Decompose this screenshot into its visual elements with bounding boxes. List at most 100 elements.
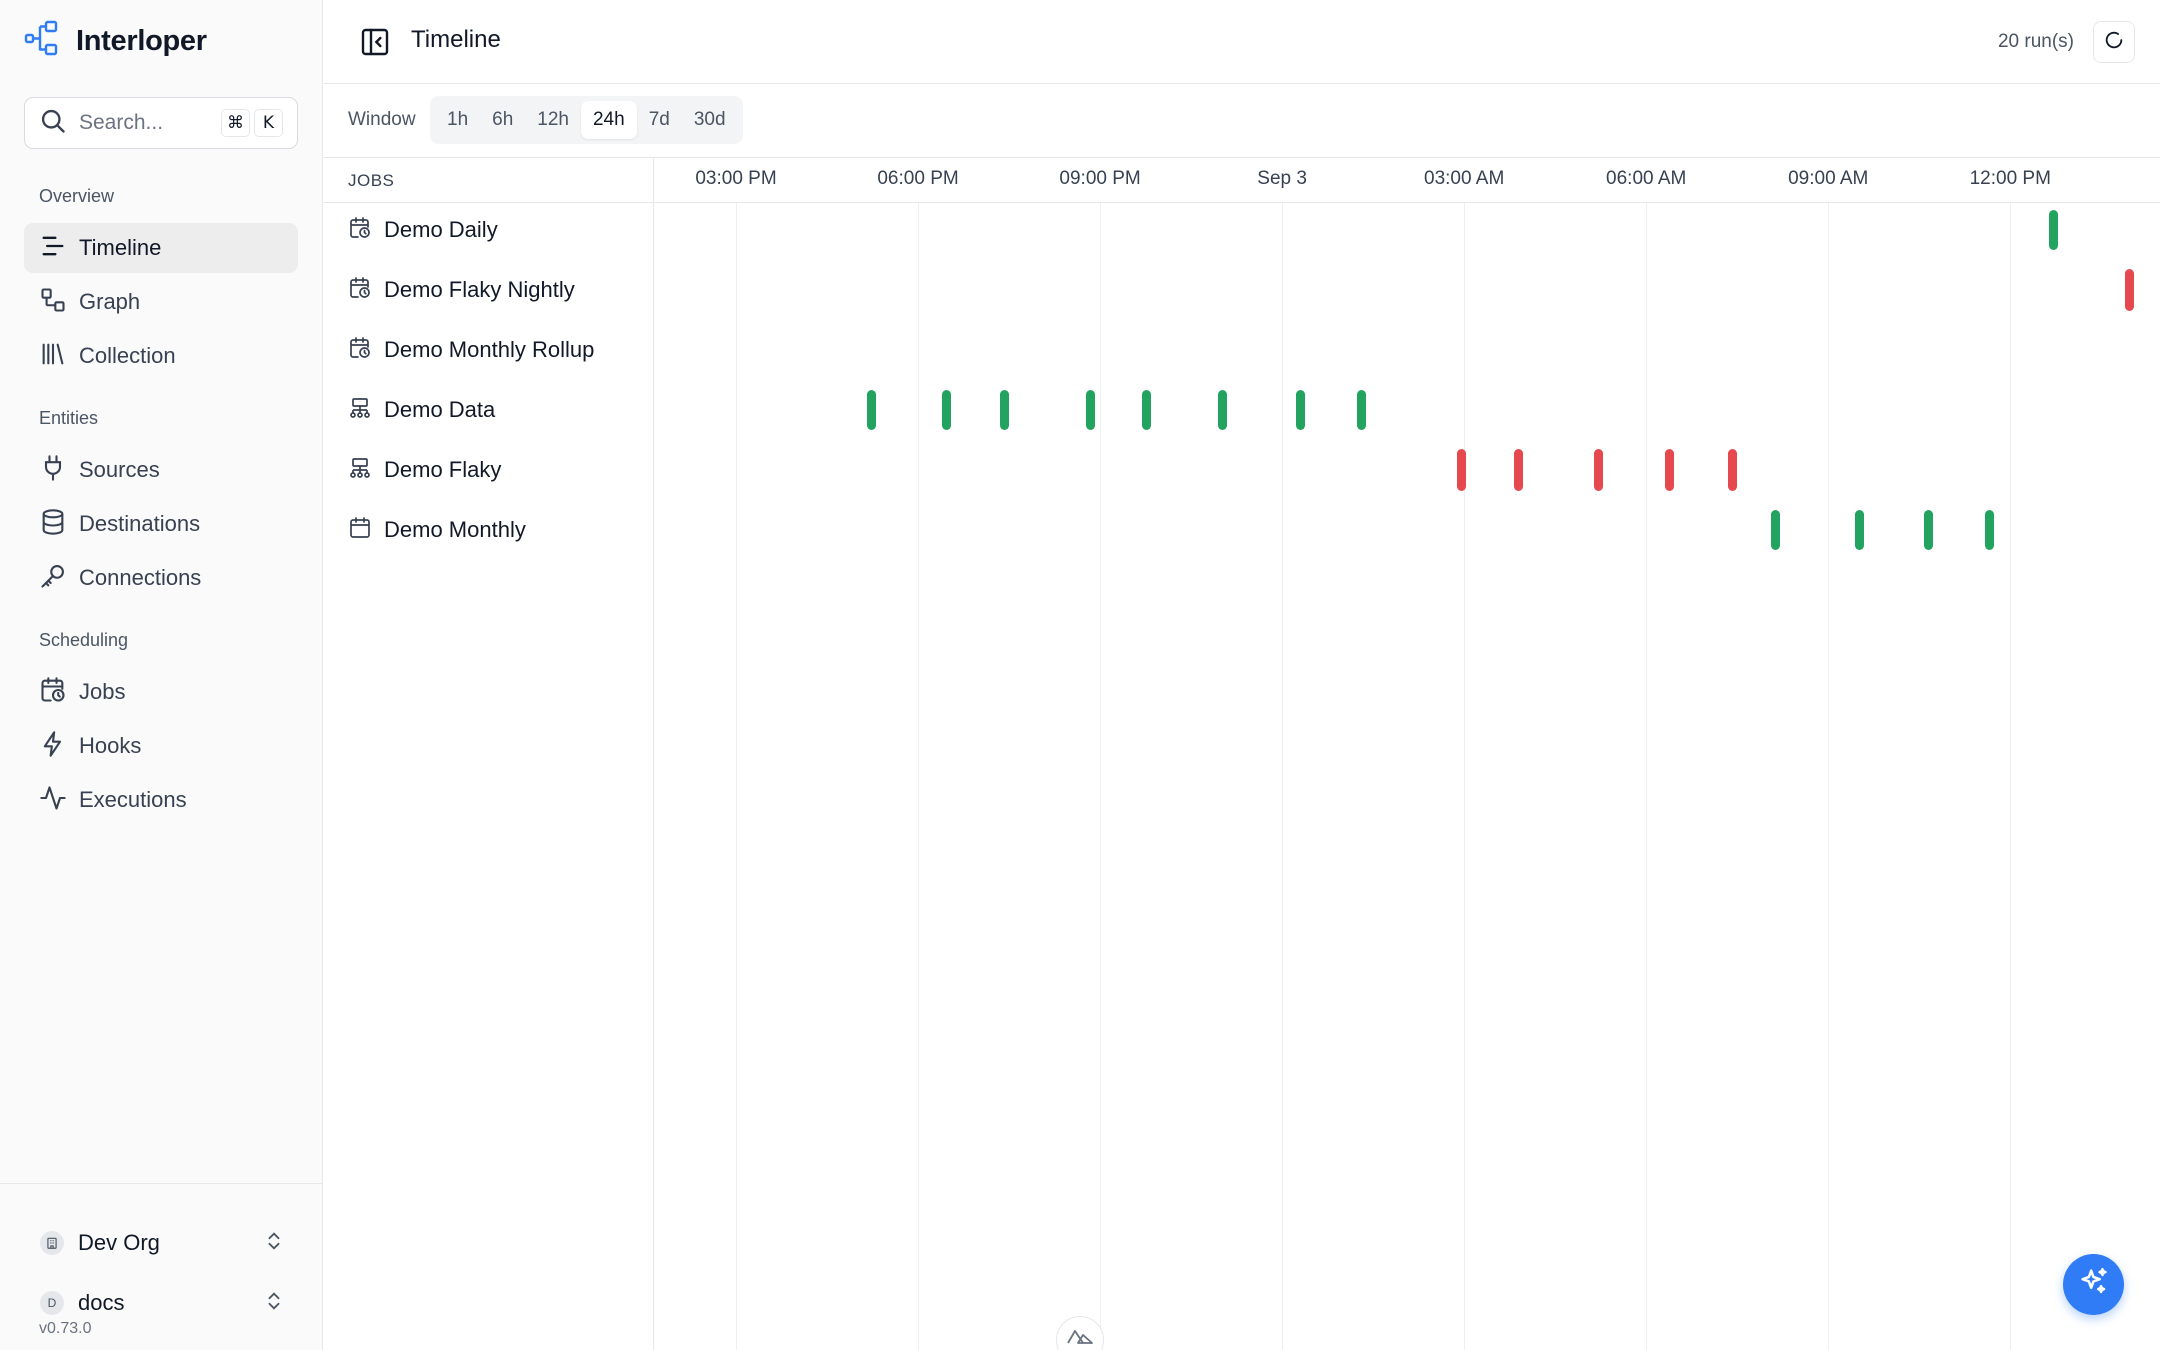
workspace-badge: D (40, 1291, 64, 1315)
asset-tree-icon (348, 396, 372, 425)
job-name: Demo Data (384, 397, 496, 422)
job-row-demo-flaky-nightly[interactable]: Demo Flaky Nightly (348, 270, 575, 310)
sidebar-item-timeline[interactable]: Timeline (24, 223, 298, 273)
database-icon (39, 508, 67, 541)
search-placeholder: Search... (79, 111, 164, 134)
run-mark-success[interactable] (1984, 510, 1994, 550)
tick-label: 09:00 AM (1788, 168, 1869, 189)
tick-label: 12:00 PM (1969, 168, 2051, 189)
sidebar-item-executions[interactable]: Executions (24, 775, 298, 825)
section-label-entities: Entities (39, 408, 99, 428)
mountain-logo-icon (1067, 1327, 1093, 1350)
run-mark-success[interactable] (1770, 510, 1780, 550)
time-axis: 03:00 PM 06:00 PM 09:00 PM Sep 3 03:00 A… (654, 158, 2160, 203)
workspace-name: docs (78, 1290, 125, 1315)
run-count: 20 run(s) (1997, 31, 2074, 52)
jobs-column-header: JOBS (324, 158, 654, 203)
graph-icon (39, 286, 67, 319)
tick-label: 06:00 AM (1606, 168, 1687, 189)
run-mark-success[interactable] (942, 390, 952, 430)
timeline: JOBS Demo Daily Demo Flaky Nightly Demo … (324, 158, 2160, 1350)
sidebar-item-sources[interactable]: Sources (24, 445, 298, 495)
calendar-clock-icon (348, 216, 372, 245)
sidebar-item-graph[interactable]: Graph (24, 277, 298, 327)
sidebar-item-label: Destinations (79, 511, 201, 536)
tick-label: 03:00 AM (1424, 168, 1505, 189)
window-option-7d[interactable]: 7d (637, 101, 682, 139)
sidebar-item-label: Timeline (79, 235, 162, 260)
run-mark-success[interactable] (2049, 210, 2059, 250)
org-name: Dev Org (78, 1230, 160, 1255)
sidebar-item-collection[interactable]: Collection (24, 331, 298, 381)
job-row-demo-monthly-rollup[interactable]: Demo Monthly Rollup (348, 330, 594, 370)
page-title: Timeline (411, 26, 501, 53)
gridline (736, 203, 737, 1350)
ai-assistant-button[interactable] (2063, 1254, 2124, 1315)
run-mark-success[interactable] (1855, 510, 1865, 550)
job-row-demo-flaky[interactable]: Demo Flaky (348, 450, 501, 490)
collection-icon (39, 340, 67, 373)
run-mark-success[interactable] (1217, 390, 1227, 430)
sidebar-item-destinations[interactable]: Destinations (24, 499, 298, 549)
tick-label: Sep 3 (1257, 168, 1307, 189)
refresh-icon (2103, 29, 2125, 56)
run-mark-success[interactable] (1924, 510, 1934, 550)
workspace-switcher[interactable]: D docs (40, 1283, 285, 1323)
run-mark-success[interactable] (1142, 390, 1152, 430)
timeline-icon (39, 232, 67, 265)
calendar-clock-icon (348, 276, 372, 305)
gridline (1828, 203, 1830, 1350)
sidebar-item-jobs[interactable]: Jobs (24, 667, 298, 717)
org-switcher[interactable]: Dev Org (40, 1223, 285, 1263)
job-row-demo-daily[interactable]: Demo Daily (348, 210, 498, 250)
brand[interactable]: Interloper (24, 20, 207, 62)
refresh-button[interactable] (2093, 21, 2135, 63)
jobs-list: Demo Daily Demo Flaky Nightly Demo Month… (324, 203, 654, 1350)
window-option-1h[interactable]: 1h (435, 101, 480, 139)
app-version: v0.73.0 (39, 1320, 92, 1337)
run-mark-failed[interactable] (2125, 269, 2135, 311)
shortcut-k-key: K (254, 109, 283, 137)
run-mark-success[interactable] (1295, 390, 1305, 430)
section-label-overview: Overview (39, 186, 115, 206)
run-mark-failed[interactable] (1727, 449, 1737, 491)
gridline (1282, 203, 1284, 1350)
window-option-6h[interactable]: 6h (480, 101, 525, 139)
run-mark-failed[interactable] (1665, 449, 1675, 491)
run-mark-success[interactable] (1086, 390, 1096, 430)
job-row-demo-monthly[interactable]: Demo Monthly (348, 510, 526, 550)
run-mark-success[interactable] (866, 390, 876, 430)
window-option-24h[interactable]: 24h (580, 101, 637, 139)
plug-icon (39, 454, 67, 487)
gridline (1646, 203, 1648, 1350)
job-name: Demo Flaky (384, 457, 502, 482)
job-name: Demo Monthly Rollup (384, 337, 595, 362)
window-option-30d[interactable]: 30d (682, 101, 738, 139)
sidebar-toggle-icon[interactable] (359, 26, 391, 58)
window-option-12h[interactable]: 12h (525, 101, 581, 139)
sidebar-item-label: Graph (79, 289, 141, 314)
search-icon (39, 107, 67, 140)
run-mark-success[interactable] (1000, 390, 1010, 430)
run-mark-failed[interactable] (1593, 449, 1603, 491)
job-row-demo-data[interactable]: Demo Data (348, 390, 495, 430)
activity-icon (39, 784, 67, 817)
job-name: Demo Daily (384, 217, 498, 242)
shortcut-mod-key: ⌘ (221, 109, 250, 137)
page-header: Timeline 20 run(s) (324, 0, 2160, 84)
calendar-clock-icon (39, 676, 67, 709)
gridline (1464, 203, 1466, 1350)
sidebar-item-label: Jobs (79, 679, 126, 704)
run-mark-failed[interactable] (1456, 449, 1466, 491)
key-icon (39, 562, 67, 595)
run-mark-success[interactable] (1356, 390, 1366, 430)
search-input[interactable]: Search... ⌘ K (24, 97, 298, 149)
asset-tree-icon (348, 456, 372, 485)
sidebar-item-connections[interactable]: Connections (24, 553, 298, 603)
timeline-plot (654, 203, 2160, 1350)
sidebar-item-label: Executions (79, 787, 187, 812)
sidebar-item-hooks[interactable]: Hooks (24, 721, 298, 771)
job-name: Demo Flaky Nightly (384, 277, 575, 302)
tick-label: 03:00 PM (695, 168, 777, 189)
run-mark-failed[interactable] (1514, 449, 1524, 491)
